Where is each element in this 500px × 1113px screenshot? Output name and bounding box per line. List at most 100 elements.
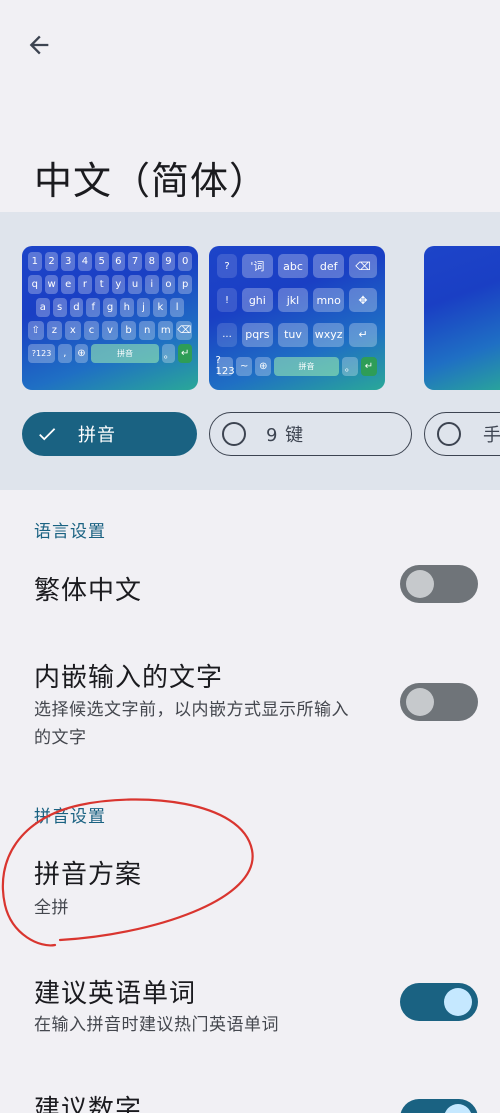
pinyin-settings-header: 拼音设置	[34, 807, 106, 827]
cursor-move-icon: ✥	[348, 288, 377, 313]
layout-carousel[interactable]: 1234567890 qwertyuiop asdfghjkl ⇧ zxcvbn…	[0, 212, 500, 490]
key-k: k	[153, 298, 168, 317]
toggle-thumb	[444, 988, 472, 1016]
key-6: 6	[111, 252, 126, 271]
comma-key: ,	[58, 344, 72, 363]
nine-key-ghi: ghi	[242, 288, 273, 313]
qwerty-layout-preview[interactable]: 1234567890 qwertyuiop asdfghjkl ⇧ zxcvbn…	[22, 246, 198, 390]
toggle-thumb	[406, 570, 434, 598]
suggest-numbers-title: 建议数字	[34, 1095, 143, 1113]
language-settings-header: 语言设置	[34, 522, 106, 542]
key-1: 1	[27, 252, 42, 271]
key-b: b	[120, 321, 137, 340]
summary-line: 选择候选文字前，以内嵌方式显示所输入	[34, 700, 349, 720]
key-0: 0	[178, 252, 193, 271]
check-icon	[36, 423, 58, 445]
key-7: 7	[128, 252, 142, 271]
key-z: z	[46, 321, 63, 340]
key-t: t	[94, 275, 109, 294]
side-punct-key: ...	[217, 322, 237, 347]
pinyin-scheme-summary: 全拼	[34, 898, 69, 918]
suggest-numbers-toggle[interactable]	[400, 1099, 478, 1113]
key-r: r	[78, 275, 92, 294]
key-5: 5	[94, 252, 109, 271]
nine-key-def: def	[313, 254, 344, 278]
key-2: 2	[44, 252, 59, 271]
key-l: l	[170, 298, 185, 317]
key-s: s	[52, 298, 67, 317]
layout-chip-9-key[interactable]: 9 键	[209, 412, 412, 456]
key-o: o	[161, 275, 176, 294]
key-q: q	[27, 275, 42, 294]
asdf-row: asdfghjkl	[28, 298, 192, 317]
nine-key-tuv: tuv	[277, 322, 309, 347]
handwriting-layout-preview[interactable]	[424, 246, 500, 390]
radio-icon	[437, 422, 461, 446]
traditional-chinese-title: 繁体中文	[34, 576, 143, 606]
key-y: y	[111, 275, 126, 294]
pinyin-scheme-title: 拼音方案	[34, 860, 143, 890]
layout-chip-pinyin[interactable]: 拼音	[22, 412, 197, 456]
period-key: 。	[341, 356, 358, 376]
globe-icon: ⊕	[74, 344, 89, 363]
summary-line: 的文字	[34, 728, 87, 748]
nine-key-'词: '词	[242, 254, 273, 278]
nine-key-grid: ? '词 abc def ⌫! ghi jkl mno ✥... pqrs tuv wxyz ↵ ?123…	[215, 252, 379, 384]
key-h: h	[119, 298, 134, 317]
space-key: 拼音	[274, 356, 339, 376]
side-punct-key: !	[217, 288, 237, 313]
page-title: 中文（简体）	[34, 159, 269, 203]
nine-key-layout-preview[interactable]: ? '词 abc def ⌫! ghi jkl mno ✥... pqrs tuv wxyz ↵ ?123…	[209, 246, 385, 390]
key-m: m	[157, 321, 174, 340]
nine-key-wxyz: wxyz	[313, 322, 344, 347]
key-j: j	[136, 298, 151, 317]
symbols-key: ?123	[215, 355, 235, 378]
symbols-key: ?123	[28, 344, 56, 363]
key-x: x	[65, 321, 81, 340]
suggest-english-toggle[interactable]	[400, 983, 478, 1021]
zxcv-row: ⇧ zxcvbnm ⌫	[27, 321, 193, 340]
suggest-english-title: 建议英语单词	[34, 979, 197, 1009]
enter-icon: ↵	[348, 322, 377, 347]
globe-icon: ⊕	[255, 356, 272, 376]
period-key: 。	[161, 344, 176, 363]
nine-key-bottom-row: ?123 ~ ⊕ 拼音。 ↵	[215, 355, 377, 382]
traditional-chinese-toggle[interactable]	[400, 565, 478, 603]
chip-label: 拼音	[78, 425, 116, 446]
backspace-icon: ⌫	[176, 321, 193, 340]
key-f: f	[86, 298, 101, 317]
bottom-row: ?123 , ⊕ 拼音 。 ↵	[28, 344, 193, 363]
chip-label: 9 键	[266, 425, 305, 446]
key-p: p	[178, 275, 193, 294]
shift-icon: ⇧	[27, 321, 44, 340]
key-d: d	[69, 298, 84, 317]
key-9: 9	[161, 252, 176, 271]
side-punct-key: ?	[217, 254, 237, 278]
layout-chip-handwriting[interactable]: 手	[424, 412, 500, 456]
suggest-english-summary: 在输入拼音时建议热门英语单词	[34, 1015, 279, 1035]
key-e: e	[61, 275, 76, 294]
key-n: n	[139, 321, 155, 340]
nine-key-abc: abc	[277, 254, 309, 278]
chip-label: 手	[483, 425, 500, 446]
number-row: 1234567890	[27, 252, 193, 271]
key-c: c	[83, 321, 100, 340]
key-4: 4	[78, 252, 92, 271]
toggle-thumb	[406, 688, 434, 716]
qwerty-row: qwertyuiop	[27, 275, 193, 294]
enter-icon: ↵	[360, 356, 377, 376]
key-3: 3	[61, 252, 76, 271]
key-g: g	[103, 298, 117, 317]
back-button[interactable]	[18, 24, 60, 66]
nine-key-pqrs: pqrs	[242, 322, 273, 347]
enter-icon: ↵	[178, 344, 193, 363]
key-a: a	[35, 298, 50, 317]
inline-input-toggle[interactable]	[400, 683, 478, 721]
pinyin-scheme-item[interactable]: 拼音方案 全拼	[0, 840, 500, 930]
inline-input-summary: 选择候选文字前，以内嵌方式显示所输入 的文字	[34, 696, 349, 752]
key-8: 8	[144, 252, 159, 271]
key-v: v	[102, 321, 118, 340]
key-u: u	[128, 275, 142, 294]
radio-icon	[222, 422, 246, 446]
inline-input-title: 内嵌输入的文字	[34, 663, 224, 693]
